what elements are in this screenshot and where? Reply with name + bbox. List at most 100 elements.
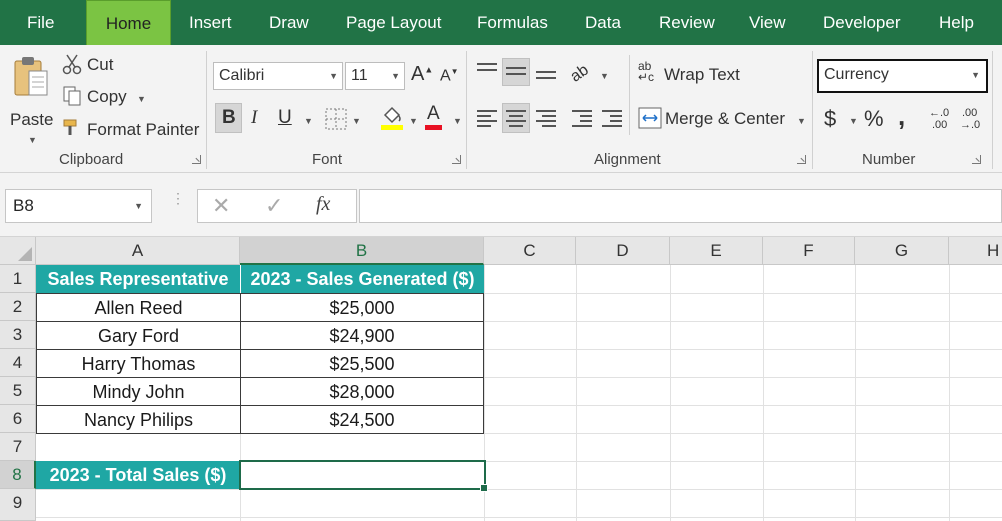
row-header-3[interactable]: 3 bbox=[0, 321, 36, 349]
font-dialog-launcher-icon[interactable] bbox=[452, 155, 461, 164]
tab-help[interactable]: Help bbox=[939, 0, 974, 45]
row-header-7[interactable]: 7 bbox=[0, 433, 36, 461]
worksheet-grid[interactable]: A B C D E F G H 1 2 3 4 5 6 7 8 9 Sales … bbox=[0, 237, 1002, 521]
alignment-dialog-launcher-icon[interactable] bbox=[797, 155, 806, 164]
column-header-b[interactable]: B bbox=[240, 237, 484, 265]
increase-decimal-button[interactable]: ←.0 .00 bbox=[929, 107, 957, 135]
column-header-e[interactable]: E bbox=[670, 237, 763, 265]
underline-dropdown-icon[interactable]: ▼ bbox=[304, 116, 313, 126]
formula-bar-grip-icon[interactable]: ⋮ bbox=[171, 191, 185, 205]
clipboard-dialog-launcher-icon[interactable] bbox=[192, 155, 201, 164]
italic-button[interactable]: I bbox=[251, 107, 257, 129]
column-header-d[interactable]: D bbox=[576, 237, 670, 265]
paste-button[interactable]: Paste ▼ bbox=[6, 53, 56, 145]
cell-b4[interactable]: $25,500 bbox=[240, 349, 484, 378]
cell-a5[interactable]: Mindy John bbox=[36, 377, 241, 406]
top-align-icon[interactable] bbox=[477, 63, 497, 79]
number-format-select[interactable]: Currency ▼ bbox=[817, 59, 988, 93]
tab-insert[interactable]: Insert bbox=[189, 0, 232, 45]
gridline bbox=[763, 265, 764, 521]
row-header-6[interactable]: 6 bbox=[0, 405, 36, 433]
cell-a3[interactable]: Gary Ford bbox=[36, 321, 241, 350]
row-header-8[interactable]: 8 bbox=[0, 461, 36, 489]
tab-draw[interactable]: Draw bbox=[269, 0, 309, 45]
font-color-button[interactable]: A bbox=[425, 103, 442, 130]
row-header-2[interactable]: 2 bbox=[0, 293, 36, 321]
number-group-label: Number bbox=[862, 151, 916, 168]
cell-a1[interactable]: Sales Representative bbox=[36, 265, 240, 293]
merge-center-button[interactable]: Merge & Center ▼ bbox=[638, 105, 808, 133]
paste-dropdown-icon[interactable]: ▼ bbox=[28, 135, 37, 145]
middle-align-icon[interactable] bbox=[506, 65, 526, 81]
cell-b3[interactable]: $24,900 bbox=[240, 321, 484, 350]
underline-button[interactable]: U bbox=[278, 107, 292, 129]
bold-button[interactable]: B bbox=[222, 107, 236, 129]
increase-indent-icon[interactable] bbox=[602, 110, 622, 127]
align-center-icon[interactable] bbox=[506, 110, 526, 127]
percent-style-button[interactable]: % bbox=[864, 106, 884, 132]
merge-dropdown-icon[interactable]: ▼ bbox=[797, 116, 806, 126]
name-box[interactable]: B8 ▼ bbox=[5, 189, 152, 223]
row-header-1[interactable]: 1 bbox=[0, 265, 36, 293]
number-dialog-launcher-icon[interactable] bbox=[972, 155, 981, 164]
align-left-icon[interactable] bbox=[477, 110, 497, 127]
column-header-h[interactable]: H bbox=[949, 237, 1002, 265]
font-family-select[interactable]: Calibri ▼ bbox=[213, 62, 343, 90]
cell-a2[interactable]: Allen Reed bbox=[36, 293, 241, 322]
cut-button[interactable]: Cut bbox=[62, 53, 132, 79]
enter-check-icon[interactable]: ✓ bbox=[265, 193, 283, 219]
format-painter-label: Format Painter bbox=[87, 120, 200, 139]
fill-color-dropdown-icon[interactable]: ▼ bbox=[409, 116, 418, 126]
orientation-dropdown-icon[interactable]: ▼ bbox=[600, 71, 609, 81]
copy-dropdown-icon[interactable]: ▼ bbox=[137, 94, 146, 104]
cell-a6[interactable]: Nancy Philips bbox=[36, 405, 241, 434]
cell-a4[interactable]: Harry Thomas bbox=[36, 349, 241, 378]
font-family-value: Calibri bbox=[219, 67, 265, 84]
align-right-icon[interactable] bbox=[536, 110, 556, 127]
tab-formulas[interactable]: Formulas bbox=[477, 0, 548, 45]
row-header-4[interactable]: 4 bbox=[0, 349, 36, 377]
insert-function-button[interactable]: fx bbox=[316, 193, 330, 216]
column-header-f[interactable]: F bbox=[763, 237, 855, 265]
comma-style-button[interactable]: , bbox=[898, 101, 905, 132]
fill-color-icon[interactable] bbox=[380, 105, 404, 131]
tab-file[interactable]: File bbox=[27, 0, 54, 45]
column-header-a[interactable]: A bbox=[36, 237, 240, 265]
tab-page-layout[interactable]: Page Layout bbox=[346, 0, 441, 45]
tab-review[interactable]: Review bbox=[659, 0, 715, 45]
borders-dropdown-icon[interactable]: ▼ bbox=[352, 116, 361, 126]
cell-b1[interactable]: 2023 - Sales Generated ($) bbox=[240, 265, 484, 293]
decrease-decimal-button[interactable]: .00 →.0 bbox=[960, 107, 990, 135]
decrease-indent-icon[interactable] bbox=[572, 110, 592, 127]
row-header-5[interactable]: 5 bbox=[0, 377, 36, 405]
currency-dropdown-icon[interactable]: ▼ bbox=[849, 116, 858, 126]
scissors-icon bbox=[62, 54, 82, 75]
copy-button[interactable]: Copy ▼ bbox=[62, 85, 152, 111]
row-header-9[interactable]: 9 bbox=[0, 489, 36, 521]
separator bbox=[466, 51, 467, 169]
formula-input[interactable] bbox=[359, 189, 1002, 223]
tab-data[interactable]: Data bbox=[585, 0, 621, 45]
select-all-corner[interactable] bbox=[0, 237, 36, 265]
column-header-g[interactable]: G bbox=[855, 237, 949, 265]
increase-font-size-button[interactable]: A▲ bbox=[411, 63, 433, 86]
tab-home[interactable]: Home bbox=[86, 0, 171, 45]
tab-view[interactable]: View bbox=[749, 0, 786, 45]
gridline bbox=[670, 265, 671, 521]
format-painter-button[interactable]: Format Painter bbox=[62, 117, 202, 143]
orientation-icon[interactable]: ab bbox=[567, 62, 592, 87]
currency-format-button[interactable]: $ bbox=[824, 106, 836, 132]
wrap-text-button[interactable]: ab ↵c Wrap Text bbox=[638, 60, 748, 89]
tab-developer[interactable]: Developer bbox=[823, 0, 901, 45]
font-size-select[interactable]: 11 ▼ bbox=[345, 62, 405, 90]
cell-b5[interactable]: $28,000 bbox=[240, 377, 484, 406]
borders-icon[interactable] bbox=[325, 108, 347, 130]
cell-b6[interactable]: $24,500 bbox=[240, 405, 484, 434]
bottom-align-icon[interactable] bbox=[536, 65, 556, 81]
decrease-font-size-button[interactable]: A▼ bbox=[440, 67, 459, 85]
font-color-dropdown-icon[interactable]: ▼ bbox=[453, 116, 462, 126]
cancel-icon[interactable]: ✕ bbox=[212, 193, 230, 219]
cell-b2[interactable]: $25,000 bbox=[240, 293, 484, 322]
cell-a8[interactable]: 2023 - Total Sales ($) bbox=[36, 461, 240, 489]
column-header-c[interactable]: C bbox=[484, 237, 576, 265]
